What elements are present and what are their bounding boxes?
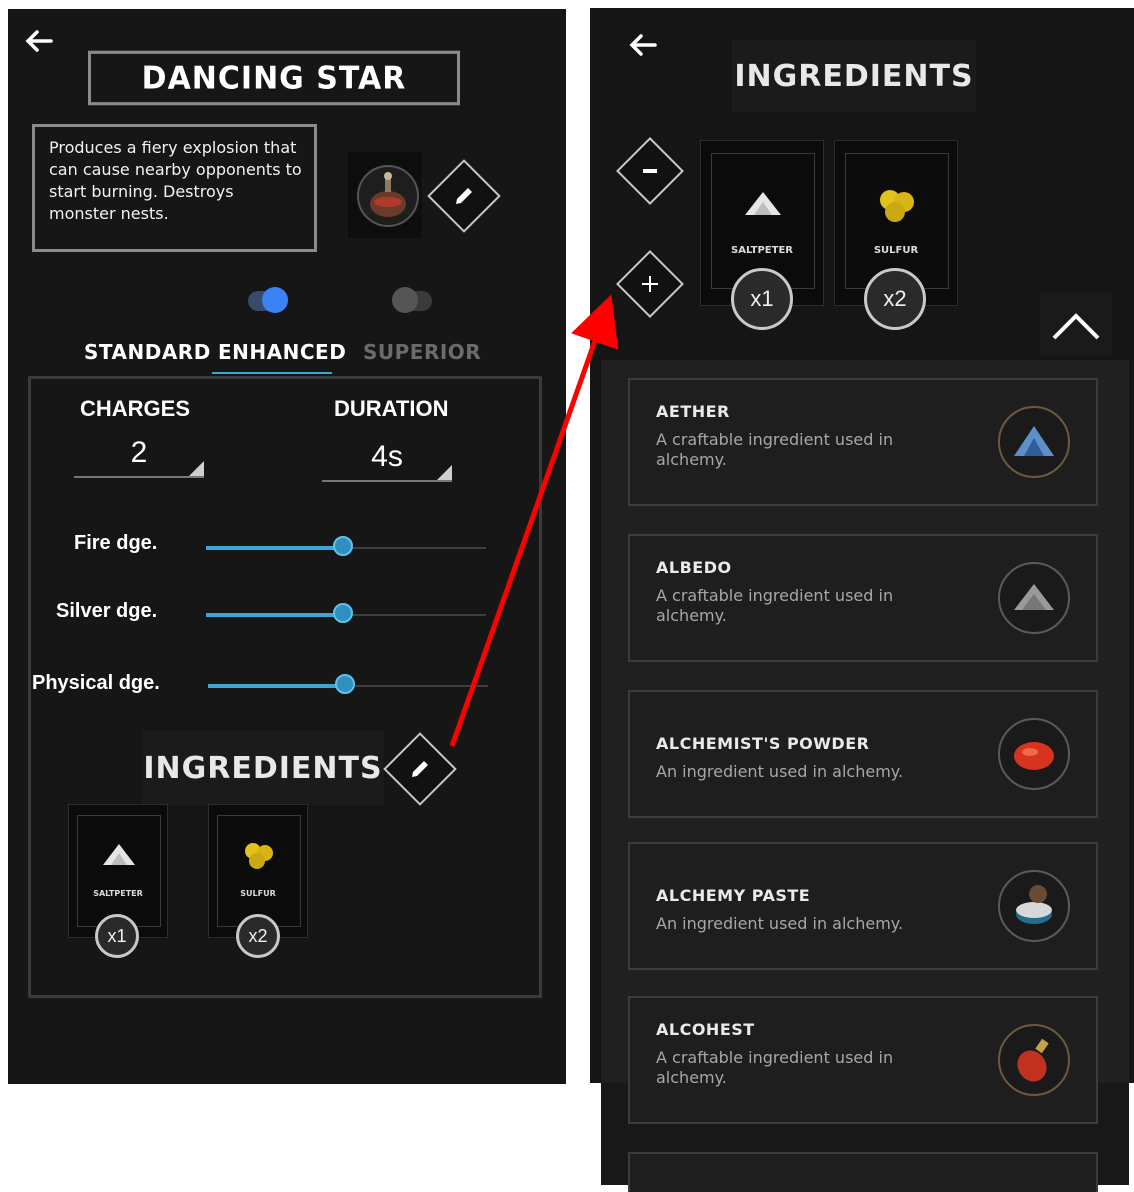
annotation-arrow bbox=[449, 294, 619, 747]
